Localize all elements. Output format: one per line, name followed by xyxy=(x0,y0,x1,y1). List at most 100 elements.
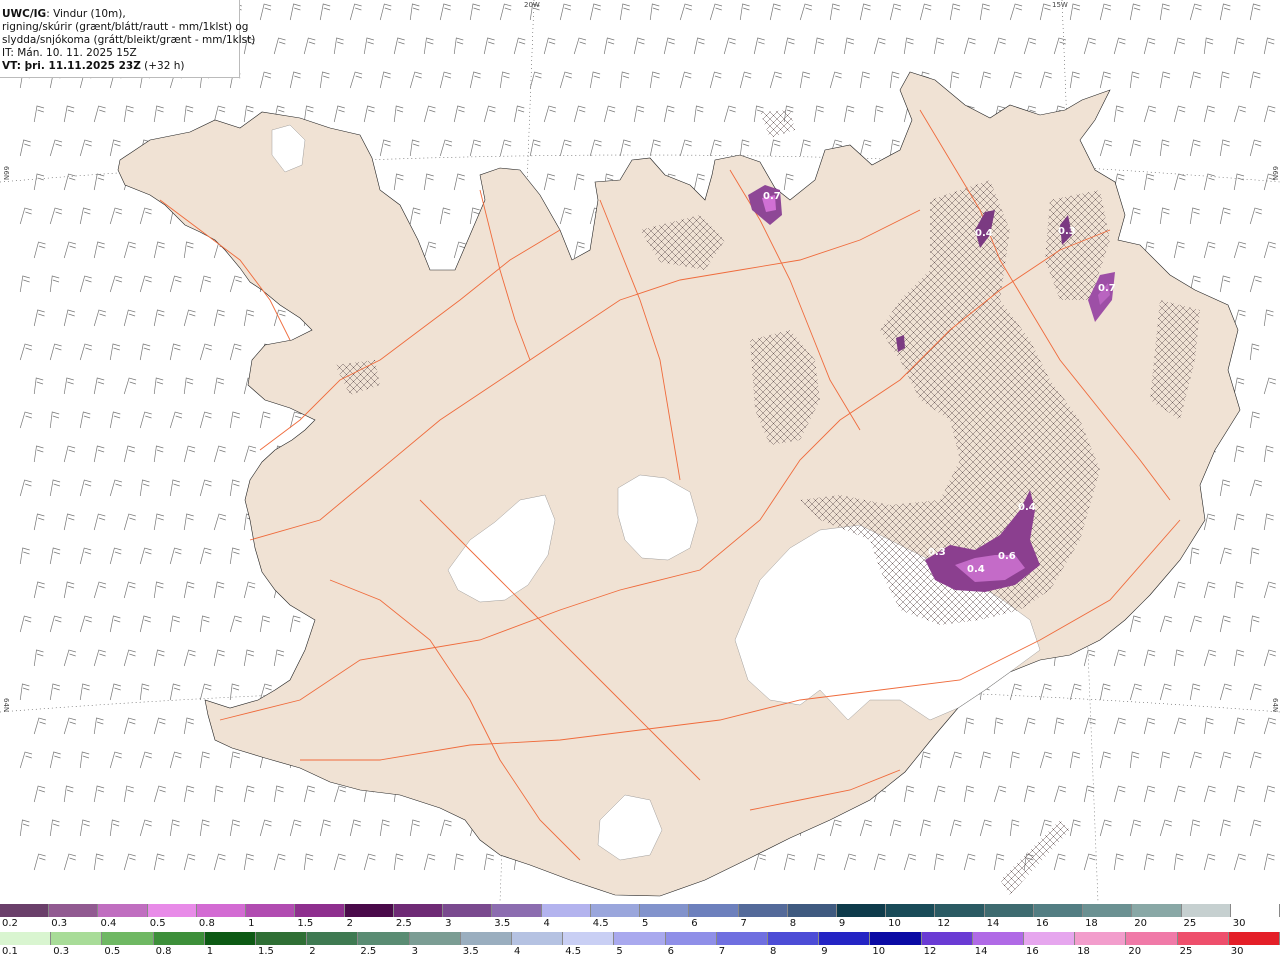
wind-barb xyxy=(363,37,374,55)
wind-barb xyxy=(1069,751,1081,769)
wind-barb xyxy=(33,581,45,599)
wind-barb xyxy=(33,173,45,191)
wind-barb xyxy=(1159,207,1170,225)
legend-label: 0.1 xyxy=(2,946,18,957)
wind-barb xyxy=(19,615,32,633)
wind-barb xyxy=(289,3,301,21)
wind-barb xyxy=(1099,819,1112,837)
wind-barb xyxy=(63,241,76,259)
wind-barb xyxy=(109,343,121,361)
wind-barb xyxy=(169,615,180,633)
wind-barb xyxy=(333,853,346,871)
wind-barb xyxy=(1113,853,1124,871)
legend-label: 14 xyxy=(986,918,1000,929)
legend-label: 14 xyxy=(974,946,988,957)
wind-barb xyxy=(513,105,525,123)
legend-label: 0.4 xyxy=(100,918,117,929)
legend-swatch xyxy=(307,932,359,945)
wind-barb xyxy=(1233,581,1244,599)
legend-label: 0.8 xyxy=(155,946,172,957)
wind-barb xyxy=(1039,683,1052,701)
legend-label: 30 xyxy=(1230,946,1244,957)
precip-label: 0.4 xyxy=(975,228,993,239)
wind-barb xyxy=(439,819,452,837)
legend-snow-colorbar xyxy=(0,904,1280,917)
legend-swatch xyxy=(196,904,247,917)
wind-barb xyxy=(259,411,271,429)
legend-swatch xyxy=(492,904,542,917)
wind-barb xyxy=(1173,241,1185,259)
legend-swatch xyxy=(1181,904,1231,917)
wind-barb xyxy=(49,615,62,633)
wind-barb xyxy=(1263,581,1276,599)
wind-barb xyxy=(199,615,210,633)
wind-barb xyxy=(79,751,90,769)
wind-barb xyxy=(679,3,693,21)
legend-rain-colorbar xyxy=(0,932,1280,945)
wind-barb xyxy=(379,139,391,157)
wind-barb xyxy=(409,207,421,225)
wind-barb xyxy=(1233,445,1245,463)
wind-barb xyxy=(63,785,74,803)
wind-barb xyxy=(903,785,915,803)
wind-barb xyxy=(229,683,240,701)
wind-barb xyxy=(873,853,886,871)
wind-barb xyxy=(843,37,855,55)
wind-barb xyxy=(123,105,134,123)
wind-barb xyxy=(1113,785,1126,803)
wind-barb xyxy=(19,207,32,225)
wind-barb xyxy=(1023,717,1036,735)
wind-barb xyxy=(769,71,782,89)
wind-barb xyxy=(93,241,105,259)
legend-label: 1.5 xyxy=(297,918,314,929)
wind-barb xyxy=(589,139,602,157)
wind-barb xyxy=(153,445,164,463)
wind-barb xyxy=(573,105,586,123)
wind-barb xyxy=(1129,139,1141,157)
wind-barb xyxy=(1083,717,1096,735)
wind-barb xyxy=(1263,105,1276,123)
forecast-info-box: UWC/IG: Vindur (10m), rigning/skúrir (gr… xyxy=(0,0,256,78)
wind-barb xyxy=(109,615,121,633)
wind-barb xyxy=(1189,751,1202,769)
wind-barb xyxy=(1203,37,1214,55)
wind-barb xyxy=(243,853,254,871)
wind-barb xyxy=(213,649,225,667)
wind-barb xyxy=(1249,751,1262,769)
wind-barb xyxy=(169,275,182,293)
wind-barb xyxy=(453,105,465,123)
wind-barb xyxy=(739,139,750,157)
wind-barb xyxy=(33,445,44,463)
wind-barb xyxy=(183,853,196,871)
wind-barb xyxy=(199,751,210,769)
wind-barb xyxy=(1023,37,1037,55)
wind-barb xyxy=(1023,785,1035,803)
legend-swatch xyxy=(102,932,154,945)
wind-barb xyxy=(199,275,212,293)
wind-barb xyxy=(1129,683,1142,701)
legend-swatch xyxy=(1083,904,1133,917)
wind-barb xyxy=(1053,717,1065,735)
legend-label: 16 xyxy=(1026,946,1039,957)
wind-barb xyxy=(213,105,226,123)
wind-barb xyxy=(213,445,226,463)
legend-label: 18 xyxy=(1085,918,1098,929)
wind-barb xyxy=(139,547,152,565)
legend-swatch xyxy=(393,904,444,917)
wind-barb xyxy=(19,751,33,769)
wind-barb xyxy=(709,71,722,89)
wind-barb xyxy=(1173,173,1186,191)
lat-label-64n-left: 64N xyxy=(2,698,10,713)
wind-barb xyxy=(993,785,1007,803)
wind-barb xyxy=(963,717,974,735)
wind-barb xyxy=(1249,411,1260,429)
forecast-map[interactable]: 0.7 0.4 0.3 0.7 0.4 0.3 0.4 0.6 20W 15W … xyxy=(0,0,1280,902)
info-snow-desc: slydda/snjókoma (grátt/bleikt/grænt - mm… xyxy=(2,34,256,46)
wind-barb xyxy=(139,819,152,837)
wind-barb xyxy=(1173,581,1186,599)
wind-barb xyxy=(513,37,526,55)
legend-swatch xyxy=(344,904,394,917)
legend-swatch xyxy=(614,932,666,945)
legend-label: 1.5 xyxy=(258,946,274,957)
lat-label-64n-right: 64N xyxy=(1271,698,1279,713)
